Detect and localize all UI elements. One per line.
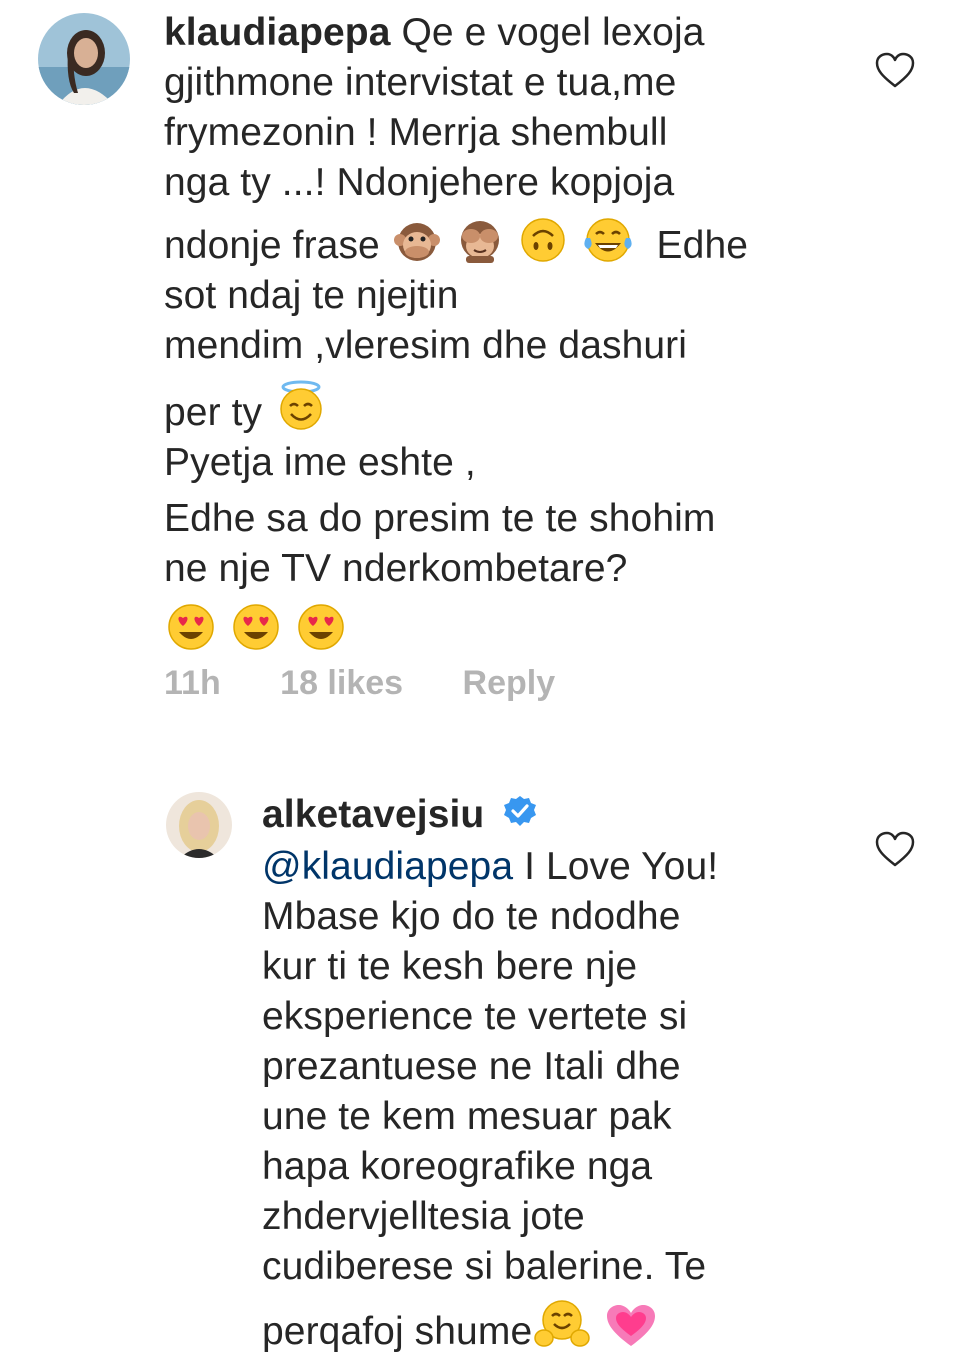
comment-text-line: une te kem mesuar pak — [262, 1095, 672, 1138]
like-heart-icon[interactable] — [874, 831, 916, 874]
reply-button[interactable]: Reply — [463, 664, 556, 703]
heart-eyes-icon — [166, 602, 216, 652]
comment-text-line: hapa koreografike nga — [262, 1145, 653, 1188]
avatar[interactable] — [166, 792, 232, 858]
comment-time: 11h — [164, 664, 221, 702]
heart-eyes-icon — [231, 602, 281, 652]
comment-text-line: kur ti te kesh bere nje — [262, 945, 638, 988]
speak-no-evil-monkey-icon — [393, 216, 441, 264]
like-heart-icon[interactable] — [874, 52, 916, 95]
comment-text-line: I Love You! — [524, 845, 719, 888]
comment-text-line: Edhe — [656, 224, 749, 267]
see-no-evil-monkey-icon — [456, 216, 504, 264]
smiling-face-with-halo-icon — [275, 379, 327, 431]
comment-text-line: ne nje TV nderkombetare? — [164, 547, 628, 590]
heart-eyes-icon — [296, 602, 346, 652]
comment-text-line: perqafoj shume — [262, 1310, 533, 1353]
hugging-face-icon — [534, 1298, 590, 1350]
growing-heart-icon — [605, 1302, 657, 1350]
mention-link[interactable]: @klaudiapepa — [262, 845, 513, 888]
comment-text-line: Pyetja ime eshte , — [164, 441, 476, 484]
comment-text-line: nga ty ...! Ndonjehere kopjoja — [164, 161, 675, 204]
comment-meta: 11h 18 likes Reply — [164, 664, 555, 703]
avatar[interactable] — [38, 13, 130, 105]
comment-text-line: gjithmone intervistat e tua,me — [164, 61, 677, 104]
comment-text-line: eksperience te vertete si — [262, 995, 688, 1038]
tears-of-joy-icon — [582, 216, 634, 264]
comment-text-line: frymezonin ! Merrja shembull — [164, 111, 668, 154]
comment-text-line: Edhe sa do presim te te shohim — [164, 497, 716, 540]
comment-text-line: cudiberese si balerine. Te — [262, 1245, 707, 1288]
upside-down-face-icon — [519, 216, 567, 264]
comment-username[interactable]: alketavejsiu — [262, 793, 484, 836]
comment-text-line: ndonje frase — [164, 224, 380, 267]
comment-username[interactable]: klaudiapepa — [164, 11, 391, 54]
comment-text-line: Mbase kjo do te ndodhe — [262, 895, 681, 938]
comment-text-line: zhdervjelltesia jote — [262, 1195, 585, 1238]
comment-text-line: mendim ,vleresim dhe dashuri — [164, 324, 688, 367]
verified-badge-icon — [503, 792, 537, 842]
comment-text-line: sot ndaj te njejtin — [164, 274, 459, 317]
comment-text-line: prezantuese ne Itali dhe — [262, 1045, 681, 1088]
comment-likes[interactable]: 18 likes — [280, 664, 403, 703]
comment-text-line: per ty — [164, 391, 263, 434]
comment-text-line: Qe e vogel lexoja — [401, 11, 705, 54]
